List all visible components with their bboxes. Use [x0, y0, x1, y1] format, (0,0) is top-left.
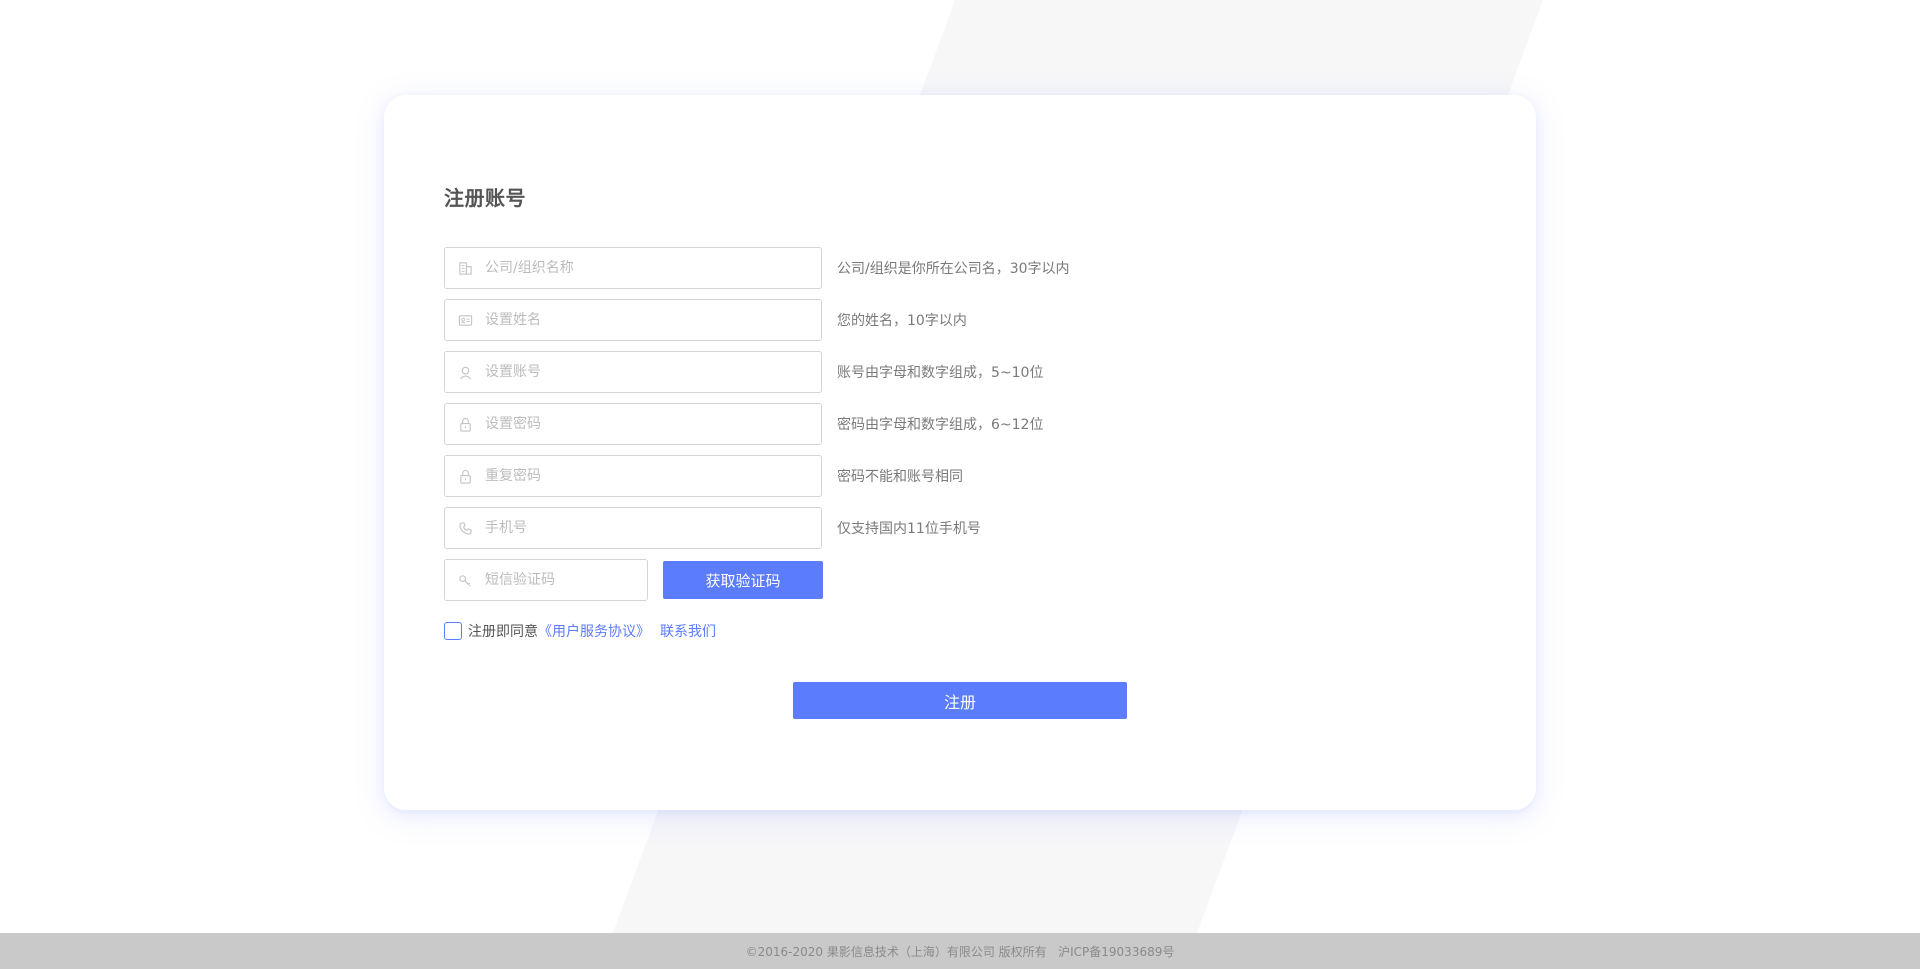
- terms-link[interactable]: 《用户服务协议》: [538, 621, 650, 641]
- sms-code-input[interactable]: [485, 572, 625, 588]
- form-row-password: 密码由字母和数字组成，6~12位: [444, 403, 1043, 445]
- form-row-account: 账号由字母和数字组成，5~10位: [444, 351, 1043, 393]
- agreement-checkbox[interactable]: [444, 622, 462, 640]
- form-row-sms: 获取验证码: [444, 559, 823, 601]
- name-field[interactable]: [444, 299, 822, 341]
- footer-copyright: ©2016-2020 果影信息技术（上海）有限公司 版权所有 沪ICP备1903…: [745, 944, 1175, 959]
- password-hint: 密码由字母和数字组成，6~12位: [837, 417, 1044, 433]
- lock-icon: [457, 468, 473, 484]
- account-field[interactable]: [444, 351, 822, 393]
- phone-hint: 仅支持国内11位手机号: [837, 521, 981, 537]
- account-hint: 账号由字母和数字组成，5~10位: [837, 365, 1044, 381]
- password-field[interactable]: [444, 403, 822, 445]
- form-row-repeat-password: 密码不能和账号相同: [444, 455, 963, 497]
- agreement-row: 注册即同意 《用户服务协议》 联系我们: [444, 621, 716, 641]
- name-hint: 您的姓名，10字以内: [837, 313, 967, 329]
- get-code-button[interactable]: 获取验证码: [663, 561, 823, 599]
- phone-icon: [457, 520, 473, 536]
- register-button[interactable]: 注册: [793, 682, 1127, 719]
- register-card: 注册账号 公司/组织是你所在公司名，30字以内 您的姓名，10字以内: [384, 95, 1536, 810]
- repeat-password-hint: 密码不能和账号相同: [837, 469, 963, 485]
- company-hint: 公司/组织是你所在公司名，30字以内: [837, 261, 1070, 277]
- company-field[interactable]: [444, 247, 822, 289]
- account-input[interactable]: [485, 364, 785, 380]
- form-row-phone: 仅支持国内11位手机号: [444, 507, 981, 549]
- key-icon: [457, 572, 473, 588]
- building-icon: [457, 260, 473, 276]
- name-input[interactable]: [485, 312, 785, 328]
- lock-icon: [457, 416, 473, 432]
- phone-field[interactable]: [444, 507, 822, 549]
- repeat-password-field[interactable]: [444, 455, 822, 497]
- phone-input[interactable]: [485, 520, 785, 536]
- contact-us-link[interactable]: 联系我们: [660, 621, 716, 641]
- sms-code-field[interactable]: [444, 559, 648, 601]
- password-input[interactable]: [485, 416, 785, 432]
- repeat-password-input[interactable]: [485, 468, 785, 484]
- agreement-text: 注册即同意: [468, 624, 538, 640]
- user-icon: [457, 364, 473, 380]
- page: 注册账号 公司/组织是你所在公司名，30字以内 您的姓名，10字以内: [0, 0, 1920, 969]
- page-title: 注册账号: [444, 186, 526, 210]
- footer: ©2016-2020 果影信息技术（上海）有限公司 版权所有 沪ICP备1903…: [0, 933, 1920, 969]
- form-row-company: 公司/组织是你所在公司名，30字以内: [444, 247, 1070, 289]
- id-card-icon: [457, 312, 473, 328]
- company-input[interactable]: [485, 260, 785, 276]
- form-row-name: 您的姓名，10字以内: [444, 299, 967, 341]
